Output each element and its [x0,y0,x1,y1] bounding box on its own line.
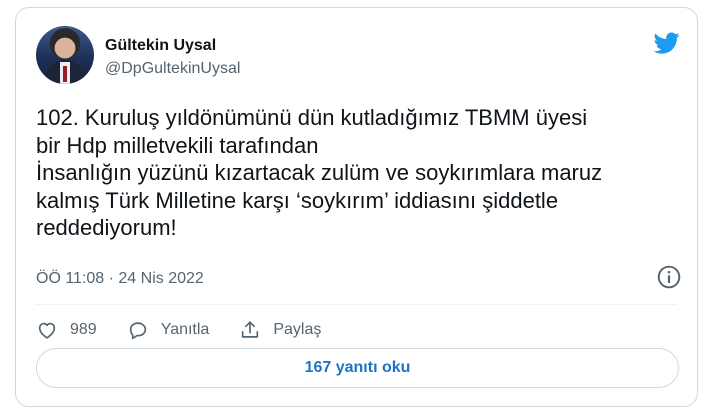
reply-label: Yanıtla [160,321,210,338]
author-handle[interactable]: @DpGultekinUysal [105,60,240,78]
share-label: Paylaş [273,321,322,338]
tweet-card[interactable]: Gültekin Uysal @DpGultekinUysal 102. Kur… [15,7,698,407]
share-button[interactable]: Paylaş [239,319,321,341]
avatar[interactable] [36,26,94,84]
heart-icon [38,322,56,339]
info-icon[interactable] [656,264,682,290]
reply-button[interactable]: Yanıtla [127,319,210,341]
like-button[interactable]: 989 [36,319,97,341]
tweet-timestamp[interactable]: ÖÖ 11:08 · 24 Nis 2022 [36,270,204,288]
read-replies-button[interactable]: 167 yanıtı oku [36,348,679,388]
author-name[interactable]: Gültekin Uysal [105,37,216,55]
tweet-actions: 989 Yanıtla Paylaş [36,310,351,350]
divider [36,304,677,305]
speech-bubble-icon [129,322,146,340]
like-count: 989 [70,321,97,338]
avatar-tie [63,66,67,82]
tweet-text: 102. Kuruluş yıldönümünü dün kutladığımı… [36,105,603,240]
share-upload-icon [242,321,259,338]
twitter-bird-icon[interactable] [652,30,682,56]
